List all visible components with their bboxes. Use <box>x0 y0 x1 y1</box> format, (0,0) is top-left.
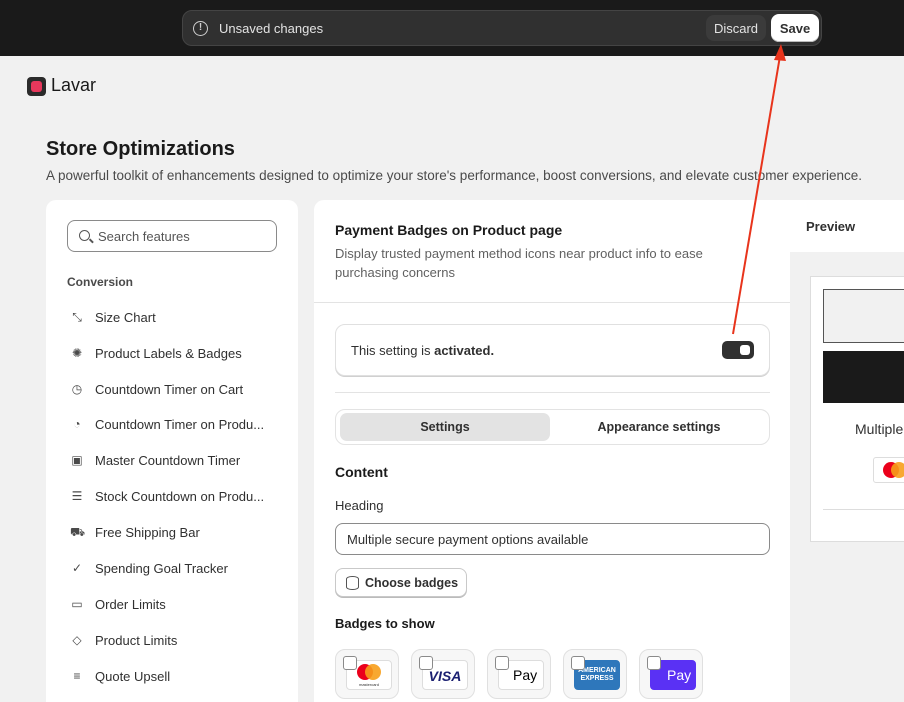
badge-option-american-express[interactable]: AMERICAN EXPRESS <box>563 649 627 699</box>
app-name: Lavar <box>51 75 97 95</box>
sidebar-item-size-chart[interactable]: ⤡ Size Chart <box>67 306 287 330</box>
feature-title: Payment Badges on Product page <box>335 222 563 238</box>
badge-checkbox[interactable] <box>343 656 357 670</box>
badge-icon: ✺ <box>71 346 83 360</box>
page-title: Store Optimizations <box>46 138 235 160</box>
tag-icon: ◇ <box>72 633 82 647</box>
choose-badges-button[interactable]: Choose badges <box>335 568 467 597</box>
section-label-conversion: Conversion <box>67 275 134 289</box>
search-box[interactable] <box>67 220 277 252</box>
badge-option-mastercard[interactable]: mastercard <box>335 649 399 699</box>
calendar-clock-icon: ▣ <box>71 453 83 467</box>
sidebar-item-label: Quote Upsell <box>95 669 171 684</box>
sidebar-item-product-labels[interactable]: ✺ Product Labels & Badges <box>67 342 287 366</box>
page: Store Optimizations A powerful toolkit o… <box>8 116 904 702</box>
badge-checkbox[interactable] <box>647 656 661 670</box>
ruler-icon: ⤡ <box>72 310 82 324</box>
app-logo-icon <box>27 77 46 96</box>
save-button[interactable]: Save <box>771 14 819 42</box>
sidebar-item-quote-upsell[interactable]: ≡ Quote Upsell <box>67 665 287 689</box>
activation-text: This setting is activated. <box>351 343 495 358</box>
feature-settings-card: Payment Badges on Product page Display t… <box>314 200 790 702</box>
top-bar: ! Unsaved changes Discard Save <box>0 0 904 56</box>
sidebar-item-label: Order Limits <box>95 597 166 612</box>
tab-settings[interactable]: Settings <box>340 413 550 441</box>
sidebar-item-countdown-product[interactable]: ◔ Countdown Timer on Produ... <box>67 413 287 437</box>
sidebar-item-spending-goal[interactable]: ✓ Spending Goal Tracker <box>67 557 287 581</box>
badge-option-shop-pay[interactable]: Pay <box>639 649 703 699</box>
badge-text: VISA <box>428 668 462 684</box>
badge-text: mastercard <box>358 682 379 687</box>
feature-sidebar: Conversion ⤡ Size Chart ✺ Product Labels… <box>46 200 298 702</box>
sidebar-item-label: Product Limits <box>95 633 178 648</box>
sidebar-item-label: Countdown Timer on Cart <box>95 382 244 397</box>
heading-label: Heading <box>335 498 384 513</box>
sidebar-item-label: Countdown Timer on Produ... <box>95 417 265 432</box>
timer-icon: ◔ <box>73 417 81 431</box>
discard-button[interactable]: Discard <box>706 15 766 41</box>
app-header: Lavar <box>8 56 904 116</box>
preview-heading-text: Multiple <box>855 421 904 437</box>
settings-tabs: Settings Appearance settings <box>335 409 770 445</box>
alert-icon: ! <box>193 21 208 36</box>
badge-checkbox[interactable] <box>571 656 585 670</box>
tab-appearance-settings[interactable]: Appearance settings <box>554 413 764 441</box>
sidebar-item-master-countdown[interactable]: ▣ Master Countdown Timer <box>67 449 287 473</box>
preview-panel: Multiple <box>790 252 904 702</box>
search-icon <box>79 230 90 241</box>
unsaved-changes-bar: ! Unsaved changes Discard Save <box>182 10 822 46</box>
choose-badges-label: Choose badges <box>365 576 459 590</box>
sidebar-item-stock-countdown[interactable]: ☰ Stock Countdown on Produ... <box>67 485 287 509</box>
sidebar-item-order-limits[interactable]: ▭ Order Limits <box>67 593 287 617</box>
badge-text: Pay <box>667 667 692 683</box>
badge-option-visa[interactable]: VISA <box>411 649 475 699</box>
check-circle-icon: ✓ <box>71 561 83 575</box>
sidebar-item-label: Spending Goal Tracker <box>95 561 228 576</box>
activation-state: activated. <box>434 343 495 358</box>
search-input[interactable] <box>98 227 268 245</box>
badge-checkbox[interactable] <box>495 656 509 670</box>
database-icon <box>346 576 359 590</box>
sidebar-item-label: Product Labels & Badges <box>95 346 242 361</box>
divider <box>314 302 790 303</box>
sidebar-item-label: Stock Countdown on Produ... <box>95 489 265 504</box>
sidebar-item-countdown-cart[interactable]: ◷ Countdown Timer on Cart <box>67 378 287 402</box>
toggle-knob <box>740 345 750 355</box>
sidebar-item-label: Free Shipping Bar <box>95 525 200 540</box>
clock-icon: ◷ <box>71 382 83 396</box>
sidebar-item-label: Size Chart <box>95 310 156 325</box>
unsaved-message: Unsaved changes <box>219 21 324 36</box>
activation-status-box: This setting is activated. <box>335 324 770 376</box>
sidebar-item-label: Master Countdown Timer <box>95 453 241 468</box>
activation-toggle[interactable] <box>722 341 754 359</box>
preview-title: Preview <box>806 219 856 234</box>
divider <box>335 392 770 393</box>
inbox-icon: ▭ <box>71 597 83 611</box>
list-icon: ≡ <box>73 669 81 683</box>
badge-text: Pay <box>513 667 538 683</box>
database-icon: ☰ <box>71 489 83 503</box>
heading-input[interactable] <box>335 523 770 555</box>
sidebar-item-free-shipping[interactable]: ⛟ Free Shipping Bar <box>67 521 287 545</box>
preview-dark-block <box>823 351 904 403</box>
divider <box>823 509 904 510</box>
preview-image-placeholder <box>823 289 904 343</box>
badge-option-apple-pay[interactable]: Pay <box>487 649 551 699</box>
feature-description: Display trusted payment method icons nea… <box>335 246 703 280</box>
page-subtitle: A powerful toolkit of enhancements desig… <box>46 168 863 183</box>
content-heading: Content <box>335 464 388 480</box>
badges-heading: Badges to show <box>335 616 435 631</box>
truck-icon: ⛟ <box>70 525 86 539</box>
preview-frame: Multiple <box>810 276 904 542</box>
sidebar-item-product-limits[interactable]: ◇ Product Limits <box>67 629 287 653</box>
preview-header: Preview <box>782 200 904 252</box>
preview-mastercard-icon <box>873 457 904 483</box>
badge-checkbox[interactable] <box>419 656 433 670</box>
